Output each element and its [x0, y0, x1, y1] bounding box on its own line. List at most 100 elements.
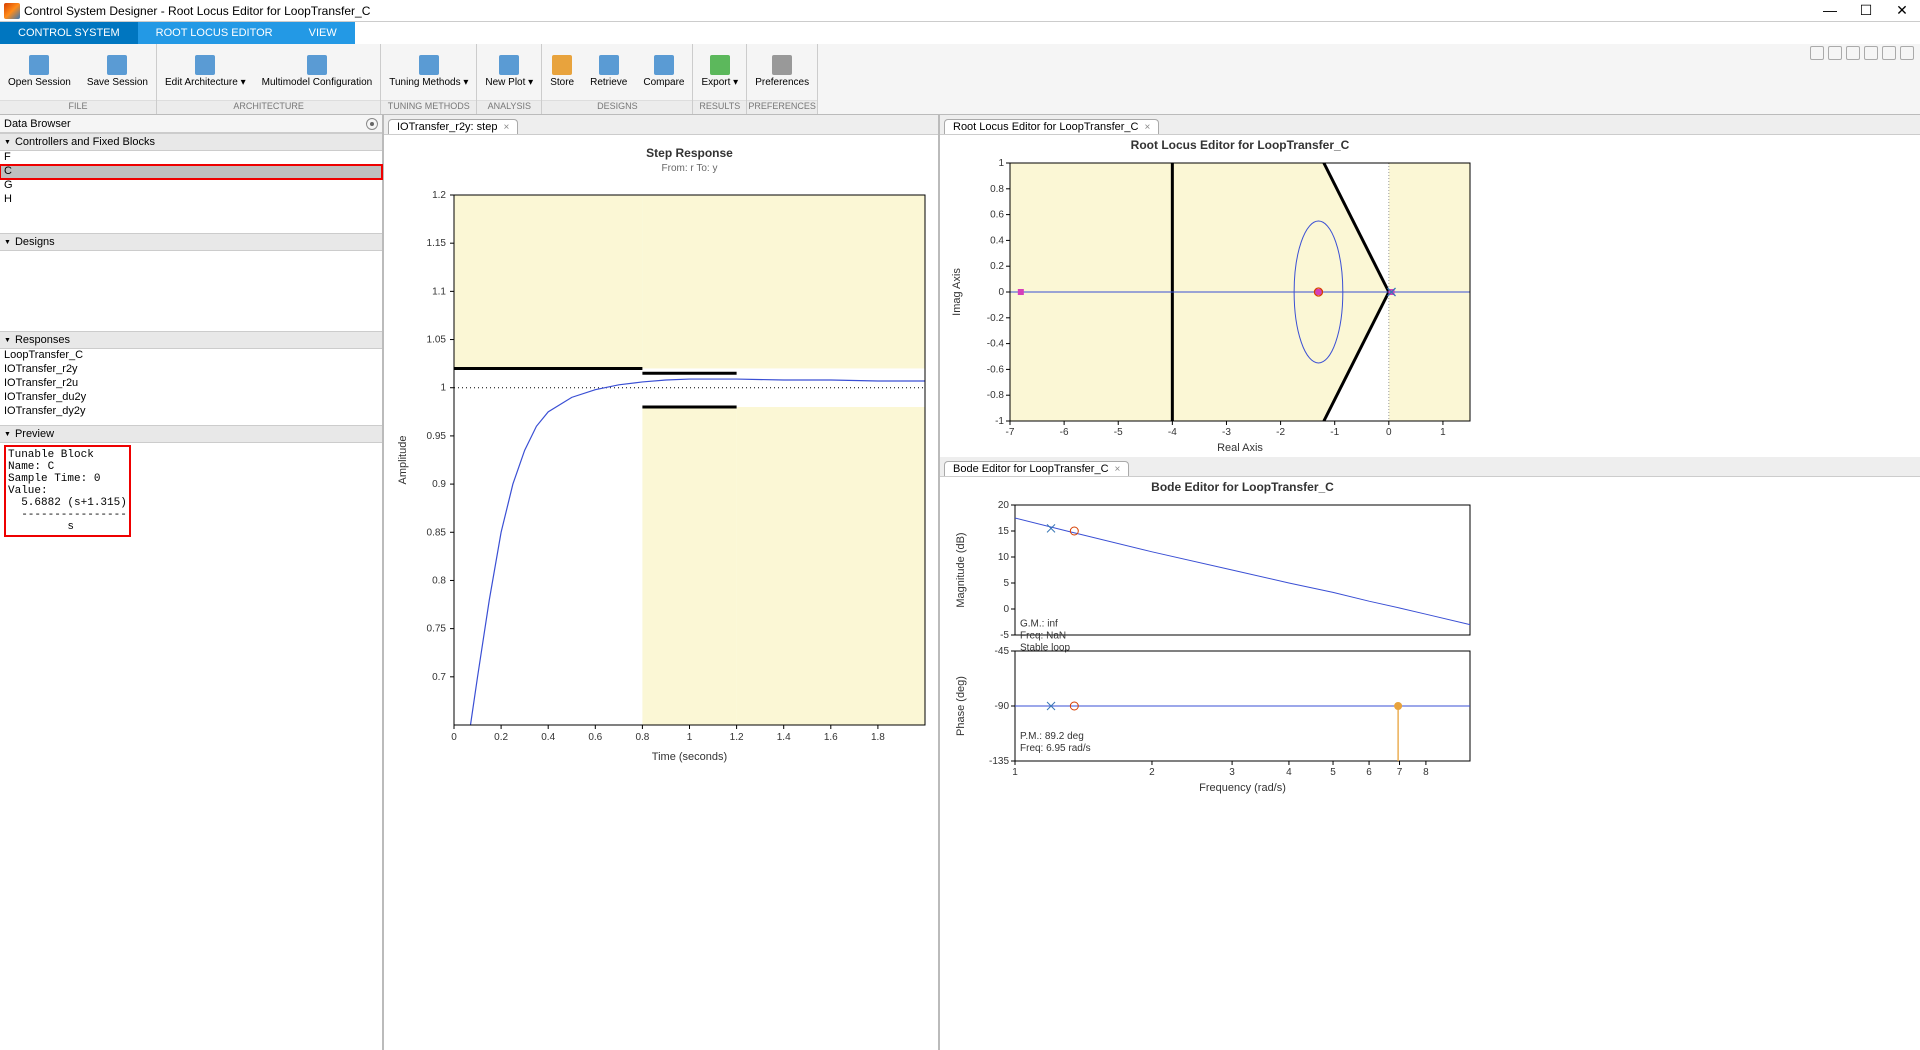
response-item[interactable]: LoopTransfer_C: [0, 349, 382, 363]
rootlocus-plot[interactable]: -7-6-5-4-3-2-101-1-0.8-0.6-0.4-0.200.20.…: [940, 135, 1920, 457]
quick-access-toolbar: [1810, 46, 1914, 60]
qat-btn-3[interactable]: [1846, 46, 1860, 60]
toolbar-export-button[interactable]: Export ▾: [693, 44, 746, 100]
svg-text:1.05: 1.05: [427, 335, 447, 346]
toolbar-preferences-button[interactable]: Preferences: [747, 44, 817, 100]
qat-btn-5[interactable]: [1882, 46, 1896, 60]
section-controllers[interactable]: Controllers and Fixed Blocks: [0, 133, 382, 151]
svg-text:-1: -1: [995, 416, 1004, 427]
qat-btn-1[interactable]: [1810, 46, 1824, 60]
svg-text:-90: -90: [995, 701, 1010, 712]
svg-text:1: 1: [440, 383, 446, 394]
svg-text:-0.8: -0.8: [987, 390, 1005, 401]
export-icon: [710, 55, 730, 75]
svg-text:-4: -4: [1168, 427, 1177, 438]
window-title: Control System Designer - Root Locus Edi…: [24, 4, 1816, 18]
toolbar-compare-button[interactable]: Compare: [635, 44, 692, 100]
svg-text:20: 20: [998, 500, 1010, 511]
svg-text:-2: -2: [1276, 427, 1285, 438]
response-item[interactable]: IOTransfer_du2y: [0, 391, 382, 405]
undock-icon[interactable]: [366, 118, 378, 130]
minimize-button[interactable]: —: [1816, 2, 1844, 19]
tab-rootlocus[interactable]: Root Locus Editor for LoopTransfer_C ×: [944, 119, 1159, 134]
svg-text:0.6: 0.6: [990, 210, 1004, 221]
maximize-button[interactable]: ☐: [1852, 2, 1880, 19]
close-tab-icon[interactable]: ×: [503, 122, 509, 133]
svg-text:1: 1: [998, 158, 1004, 169]
svg-text:0.85: 0.85: [427, 527, 447, 538]
svg-text:-1: -1: [1330, 427, 1339, 438]
svg-text:0.2: 0.2: [990, 261, 1004, 272]
svg-text:7: 7: [1397, 767, 1403, 778]
controller-item-H[interactable]: H: [0, 193, 382, 207]
svg-text:-0.6: -0.6: [987, 364, 1005, 375]
svg-text:0.8: 0.8: [432, 575, 446, 586]
svg-text:P.M.: 89.2 deg: P.M.: 89.2 deg: [1020, 731, 1084, 742]
arrow-icon: [599, 55, 619, 75]
tab-step-response[interactable]: IOTransfer_r2y: step ×: [388, 119, 518, 134]
response-item[interactable]: IOTransfer_r2y: [0, 363, 382, 377]
toolbar-store-button[interactable]: Store: [542, 44, 582, 100]
svg-text:G.M.: inf: G.M.: inf: [1020, 619, 1058, 630]
svg-text:0: 0: [451, 732, 457, 743]
response-item[interactable]: IOTransfer_dy2y: [0, 405, 382, 419]
svg-text:Amplitude: Amplitude: [397, 436, 409, 485]
svg-text:0.4: 0.4: [990, 235, 1004, 246]
svg-text:1.2: 1.2: [432, 190, 446, 201]
tab-bode[interactable]: Bode Editor for LoopTransfer_C ×: [944, 461, 1129, 476]
svg-text:2: 2: [1149, 767, 1155, 778]
toolbar-edit-button[interactable]: Edit Architecture ▾: [157, 44, 254, 100]
close-button[interactable]: ✕: [1888, 2, 1916, 19]
step-response-plot[interactable]: 00.20.40.60.811.21.41.61.80.70.750.80.85…: [384, 135, 938, 1050]
svg-text:0: 0: [1386, 427, 1392, 438]
svg-text:-7: -7: [1006, 427, 1015, 438]
folder-icon: [29, 55, 49, 75]
svg-text:Bode Editor for LoopTransfer_C: Bode Editor for LoopTransfer_C: [1151, 480, 1334, 494]
qat-btn-2[interactable]: [1828, 46, 1842, 60]
controller-item-C[interactable]: C: [0, 165, 382, 179]
svg-text:0.6: 0.6: [588, 732, 602, 743]
bode-plot[interactable]: -505101520G.M.: infFreq: NaNStable loopM…: [940, 477, 1920, 827]
response-item[interactable]: IOTransfer_r2u: [0, 377, 382, 391]
designs-area: [0, 251, 382, 331]
svg-text:Phase (deg): Phase (deg): [955, 676, 967, 736]
tab-control-system[interactable]: CONTROL SYSTEM: [0, 22, 138, 44]
cmp-icon: [654, 55, 674, 75]
svg-text:Real Axis: Real Axis: [1217, 442, 1263, 454]
svg-text:Stable loop: Stable loop: [1020, 643, 1070, 654]
data-browser-title: Data Browser: [4, 118, 71, 130]
tab-root-locus-editor[interactable]: ROOT LOCUS EDITOR: [138, 22, 291, 44]
toolbar-open-button[interactable]: Open Session: [0, 44, 79, 100]
tab-rootlocus-label: Root Locus Editor for LoopTransfer_C: [953, 121, 1138, 133]
toolbar-tuning-button[interactable]: Tuning Methods ▾: [381, 44, 476, 100]
section-responses[interactable]: Responses: [0, 331, 382, 349]
toolbar-retrieve-button[interactable]: Retrieve: [582, 44, 635, 100]
svg-text:Freq: 6.95 rad/s: Freq: 6.95 rad/s: [1020, 743, 1091, 754]
svg-text:-5: -5: [1000, 630, 1009, 641]
svg-text:1.1: 1.1: [432, 286, 446, 297]
controller-item-G[interactable]: G: [0, 179, 382, 193]
controller-item-F[interactable]: F: [0, 151, 382, 165]
svg-text:0.7: 0.7: [432, 672, 446, 683]
svg-text:Magnitude (dB): Magnitude (dB): [955, 532, 967, 607]
tab-view[interactable]: VIEW: [291, 22, 355, 44]
toolbar-new-button[interactable]: New Plot ▾: [477, 44, 541, 100]
qat-btn-6[interactable]: [1900, 46, 1914, 60]
svg-text:3: 3: [1229, 767, 1235, 778]
svg-text:0.8: 0.8: [990, 184, 1004, 195]
star-icon: [552, 55, 572, 75]
close-tab-icon[interactable]: ×: [1115, 464, 1121, 475]
responses-list[interactable]: LoopTransfer_CIOTransfer_r2yIOTransfer_r…: [0, 349, 382, 425]
titlebar: Control System Designer - Root Locus Edi…: [0, 0, 1920, 22]
toolbar-multimodel-button[interactable]: Multimodel Configuration: [254, 44, 381, 100]
tab-bode-label: Bode Editor for LoopTransfer_C: [953, 463, 1109, 475]
svg-text:1.15: 1.15: [427, 238, 447, 249]
section-designs[interactable]: Designs: [0, 233, 382, 251]
section-preview[interactable]: Preview: [0, 425, 382, 443]
gear-icon: [772, 55, 792, 75]
qat-btn-4[interactable]: [1864, 46, 1878, 60]
close-tab-icon[interactable]: ×: [1144, 122, 1150, 133]
svg-text:1.4: 1.4: [777, 732, 791, 743]
toolbar-save-button[interactable]: Save Session: [79, 44, 156, 100]
svg-text:Step Response: Step Response: [646, 146, 733, 160]
